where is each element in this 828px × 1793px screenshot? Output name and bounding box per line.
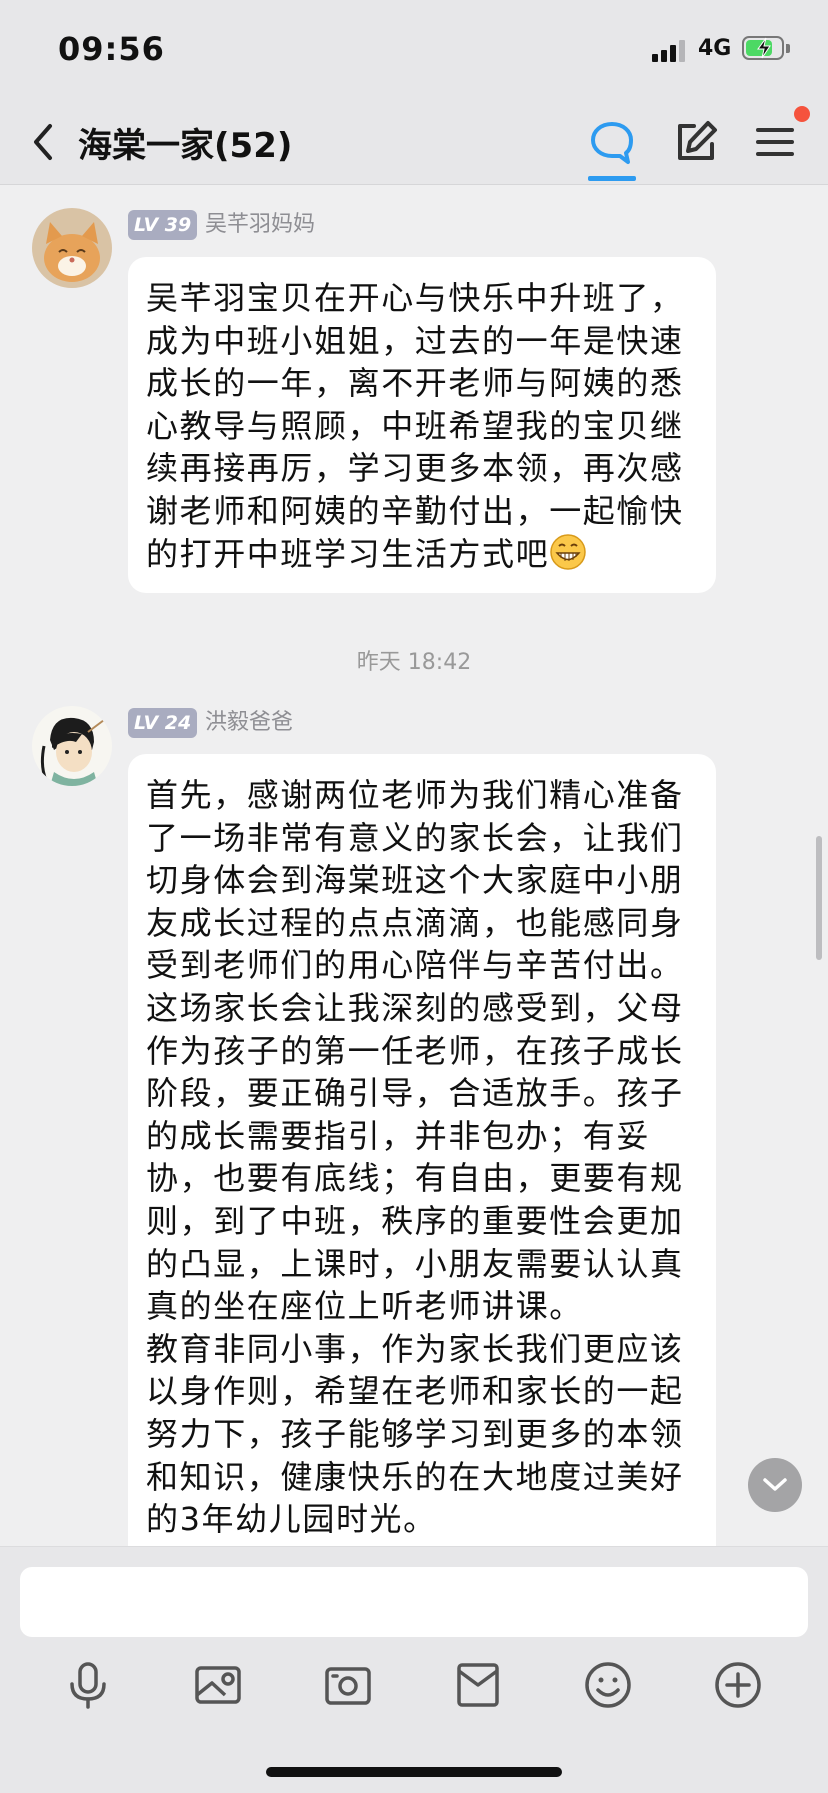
message-timestamp: 昨天 18:42 (356, 650, 472, 675)
plus-icon[interactable] (712, 1659, 764, 1711)
message-bubble[interactable]: 吴芊羽宝贝在开心与快乐中升班了，成为中班小姐姐，过去的一年是快速成长的一年，离不… (128, 257, 716, 593)
photo-icon[interactable] (192, 1659, 244, 1711)
scrollbar[interactable] (816, 836, 822, 960)
camera-icon[interactable] (322, 1659, 374, 1711)
sender-name[interactable]: 洪毅爸爸 (205, 708, 293, 738)
menu-icon[interactable] (752, 118, 800, 166)
grinning-emoji-icon (550, 533, 586, 570)
message-bubble[interactable]: 首先，感谢两位老师为我们精心准备了一场非常有意义的家长会，让我们切身体会到海棠班… (128, 754, 716, 1574)
avatar[interactable] (32, 706, 112, 786)
scroll-to-bottom-button[interactable] (748, 1458, 802, 1512)
message-text: 首先，感谢两位老师为我们精心准备了一场非常有意义的家长会，让我们切身体会到海棠班… (146, 776, 684, 1539)
envelope-icon[interactable] (452, 1659, 504, 1711)
battery-icon (742, 36, 792, 62)
sender-name[interactable]: 吴芊羽妈妈 (205, 210, 315, 240)
active-tab-indicator (588, 176, 636, 181)
home-indicator (266, 1767, 562, 1777)
back-arrow-icon[interactable] (28, 120, 58, 164)
nav-bar: 海棠一家(52) (0, 100, 828, 185)
input-bar (0, 1546, 828, 1793)
edit-icon[interactable] (672, 118, 720, 166)
status-time: 09:56 (58, 30, 165, 68)
chat-bubble-icon[interactable] (588, 118, 636, 166)
microphone-icon[interactable] (62, 1659, 114, 1711)
emoji-icon[interactable] (582, 1659, 634, 1711)
status-bar: 09:56 4G (0, 0, 828, 100)
group-title: 海棠一家(52) (78, 126, 293, 166)
notification-dot (794, 106, 810, 122)
signal-icon (652, 38, 690, 62)
level-badge: LV 24 (128, 708, 198, 738)
avatar[interactable] (32, 208, 112, 288)
message-text: 吴芊羽宝贝在开心与快乐中升班了，成为中班小姐姐，过去的一年是快速成长的一年，离不… (146, 279, 684, 573)
message-input[interactable] (20, 1567, 808, 1637)
network-type: 4G (698, 36, 732, 61)
chevron-down-icon (763, 1478, 787, 1491)
level-badge: LV 39 (128, 210, 198, 240)
